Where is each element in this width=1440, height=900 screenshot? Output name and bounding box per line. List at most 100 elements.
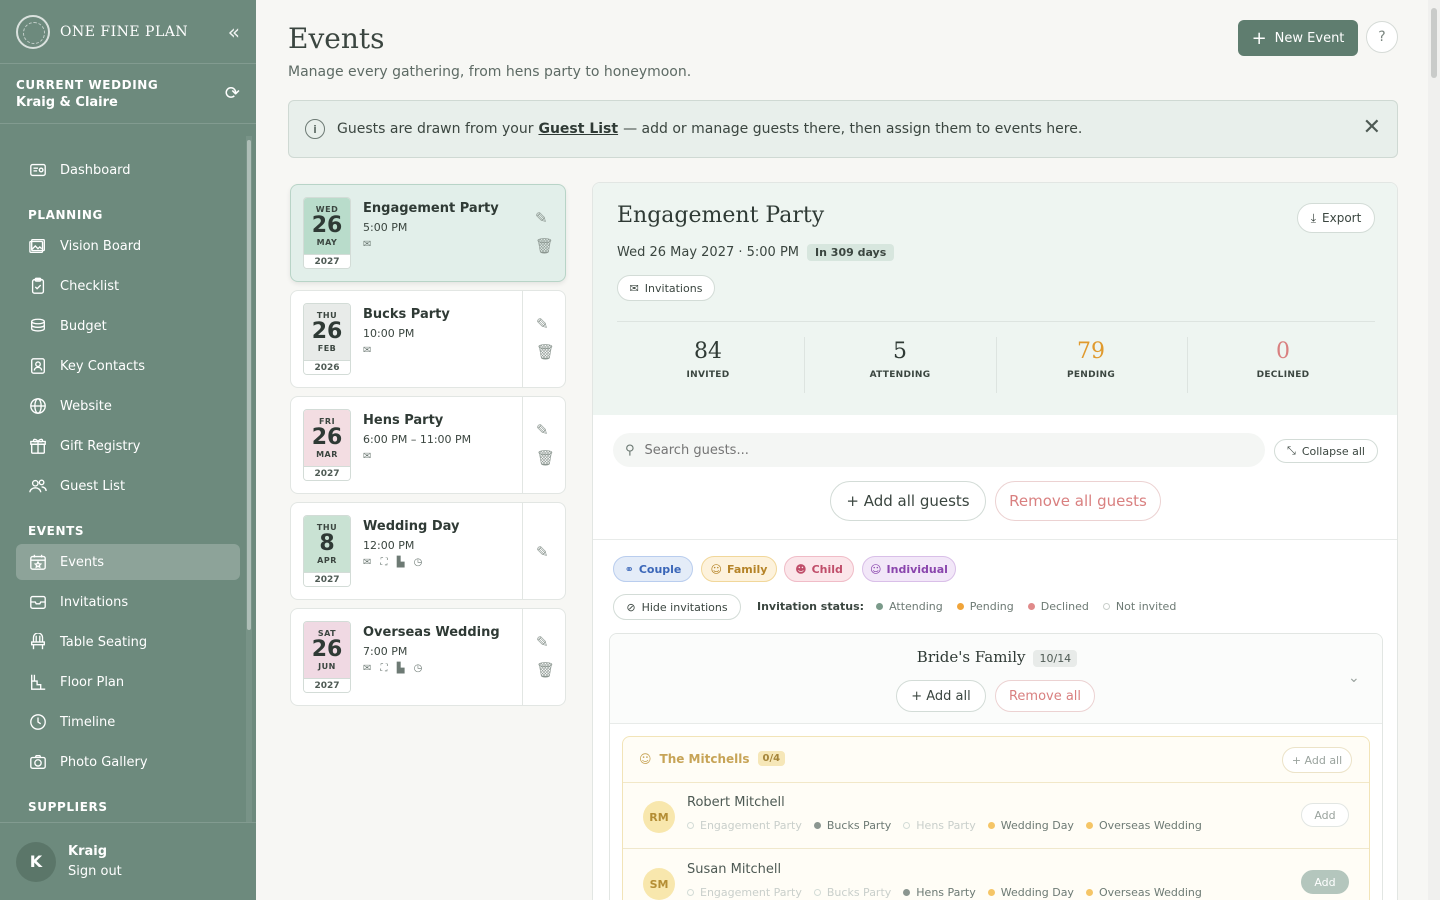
search-icon: ⚲ xyxy=(625,442,635,458)
sidebar-item-label: Timeline xyxy=(60,714,116,730)
chevron-down-icon[interactable]: ⌄ xyxy=(1348,670,1360,686)
sidebar-scrollbar-thumb[interactable] xyxy=(247,140,251,630)
remove-all-guests-button[interactable]: Remove all guests xyxy=(995,481,1161,521)
sidebar-item-dashboard[interactable]: Dashboard xyxy=(16,152,240,188)
date-header: THU 8 APR xyxy=(304,516,350,572)
sign-out-link[interactable]: Sign out xyxy=(68,864,122,879)
switch-wedding-icon[interactable]: ⟳ xyxy=(225,83,240,104)
event-name: Bucks Party xyxy=(363,307,450,322)
guest-event-status: Bucks Party xyxy=(813,886,891,899)
search-input[interactable] xyxy=(644,442,1205,458)
avatar: K xyxy=(16,841,56,882)
year: 2026 xyxy=(304,360,350,374)
contact-icon xyxy=(28,356,48,376)
group-add-all-button[interactable]: + Add all xyxy=(896,680,986,712)
edit-icon[interactable]: ✎ xyxy=(536,543,549,561)
page-scrollbar[interactable] xyxy=(1428,0,1440,900)
add-all-guests-button[interactable]: + Add all guests xyxy=(830,481,986,521)
add-guest-button[interactable]: Add xyxy=(1301,803,1349,827)
month: APR xyxy=(317,556,337,565)
new-event-button[interactable]: + New Event xyxy=(1238,20,1358,56)
tag-label: Child xyxy=(811,562,843,576)
event-date: THU 26 FEB 2026 xyxy=(303,303,351,375)
close-icon[interactable]: ✕ xyxy=(1363,115,1381,140)
edit-icon[interactable]: ✎ xyxy=(536,421,549,439)
legend-item: Declined xyxy=(1027,600,1089,613)
person-icon: ☺ xyxy=(870,562,882,576)
guest-search: ⚲ xyxy=(613,433,1265,467)
guest-event-statuses: Engagement Party Bucks Party Hens Party … xyxy=(687,819,1214,832)
sidebar-item-label: Floor Plan xyxy=(60,674,125,690)
sidebar-item-events[interactable]: Events xyxy=(16,544,240,580)
legend-item: Not invited xyxy=(1102,600,1176,613)
guest-group-brides-family: Bride's Family 10/14 + Add all Remove all… xyxy=(609,633,1383,900)
event-card-overseas-wedding[interactable]: SAT 26 JUN 2027 Overseas Wedding 7:00 PM… xyxy=(290,608,566,706)
collapse-sidebar-icon[interactable]: « xyxy=(228,20,240,44)
guest-event-status: Bucks Party xyxy=(813,819,891,832)
event-card-bucks-party[interactable]: THU 26 FEB 2026 Bucks Party 10:00 PM ✉ ✎… xyxy=(290,290,566,388)
event-card-hens-party[interactable]: FRI 26 MAR 2027 Hens Party 6:00 PM – 11:… xyxy=(290,396,566,494)
sidebar-item-gift-registry[interactable]: Gift Registry xyxy=(16,428,240,464)
trash-icon[interactable]: 🗑 xyxy=(536,449,555,467)
export-button[interactable]: ⤓ Export xyxy=(1297,203,1375,233)
new-event-label: New Event xyxy=(1274,30,1345,46)
event-name: Engagement Party xyxy=(363,201,499,216)
trash-icon[interactable]: 🗑 xyxy=(536,661,555,679)
guest-event-status: Wedding Day xyxy=(987,886,1074,899)
sidebar-item-budget[interactable]: Budget xyxy=(16,308,240,344)
guest-row: SM Susan Mitchell Engagement Party Bucks… xyxy=(623,850,1369,900)
event-datetime: Wed 26 May 2027 · 5:00 PM xyxy=(617,245,800,260)
event-time: 10:00 PM xyxy=(363,327,415,340)
trash-icon[interactable]: 🗑 xyxy=(536,343,555,361)
sidebar-item-key-contacts[interactable]: Key Contacts xyxy=(16,348,240,384)
legend-item: Pending xyxy=(956,600,1014,613)
filter-tag-child[interactable]: ☻ Child xyxy=(784,556,854,582)
legend-title: Invitation status: xyxy=(757,600,865,613)
sidebar-item-timeline[interactable]: Timeline xyxy=(16,704,240,740)
sidebar-item-guest-list[interactable]: Guest List xyxy=(16,468,240,504)
edit-icon[interactable]: ✎ xyxy=(536,633,549,651)
invitations-chip-label: Invitations xyxy=(644,281,703,295)
sidebar: ONE FINE PLAN « CURRENT WEDDING Kraig & … xyxy=(0,0,256,900)
filter-tag-couple[interactable]: ⚭ Couple xyxy=(613,556,693,582)
sidebar-item-website[interactable]: Website xyxy=(16,388,240,424)
guest-event-status: Overseas Wedding xyxy=(1085,819,1202,832)
clipboard-icon xyxy=(28,276,48,296)
tag-label: Individual xyxy=(886,562,948,576)
sidebar-item-photo-gallery[interactable]: Photo Gallery xyxy=(16,744,240,780)
users-icon xyxy=(28,476,48,496)
edit-icon[interactable]: ✎ xyxy=(535,209,548,227)
group-remove-all-button[interactable]: Remove all xyxy=(995,680,1095,712)
collapse-all-button[interactable]: ⤡ Collapse all xyxy=(1274,439,1378,463)
guest-list-link[interactable]: Guest List xyxy=(538,121,618,137)
help-icon[interactable]: ? xyxy=(1366,21,1398,53)
sidebar-item-invitations[interactable]: Invitations xyxy=(16,584,240,620)
page-scrollbar-thumb[interactable] xyxy=(1431,8,1437,78)
date-header: THU 26 FEB xyxy=(304,304,350,360)
event-name: Wedding Day xyxy=(363,519,460,534)
trash-icon[interactable]: 🗑 xyxy=(535,237,554,255)
guest-name: Robert Mitchell xyxy=(687,795,785,810)
family-add-all-button[interactable]: + Add all xyxy=(1282,747,1352,773)
sidebar-item-vision-board[interactable]: Vision Board xyxy=(16,228,240,264)
stat-attending: 5 ATTENDING xyxy=(805,339,995,380)
info-banner: i Guests are drawn from your Guest List … xyxy=(288,100,1398,158)
sidebar-item-checklist[interactable]: Checklist xyxy=(16,268,240,304)
sidebar-item-label: Events xyxy=(60,554,105,570)
month: MAR xyxy=(316,450,338,459)
event-card-engagement-party[interactable]: WED 26 MAY 2027 Engagement Party 5:00 PM… xyxy=(290,184,566,282)
family-header: ☺ The Mitchells 0/4 + Add all xyxy=(623,737,1369,783)
clock-icon xyxy=(28,712,48,732)
stat-value: 79 xyxy=(1077,339,1105,364)
filter-tag-individual[interactable]: ☺ Individual xyxy=(862,556,956,582)
add-guest-button[interactable]: Add xyxy=(1301,870,1349,894)
sidebar-item-table-seating[interactable]: Table Seating xyxy=(16,624,240,660)
filter-tag-family[interactable]: ☺ Family xyxy=(701,556,777,582)
edit-icon[interactable]: ✎ xyxy=(536,315,549,333)
event-card-wedding-day[interactable]: THU 8 APR 2027 Wedding Day 12:00 PM ✉ ⛶ … xyxy=(290,502,566,600)
plus-icon: + xyxy=(1251,27,1267,49)
sidebar-item-floor-plan[interactable]: Floor Plan xyxy=(16,664,240,700)
card-actions: ✎ 🗑 xyxy=(522,185,565,281)
invitations-chip[interactable]: ✉ Invitations xyxy=(617,275,715,301)
hide-invitations-button[interactable]: ⊘ Hide invitations xyxy=(613,594,741,620)
